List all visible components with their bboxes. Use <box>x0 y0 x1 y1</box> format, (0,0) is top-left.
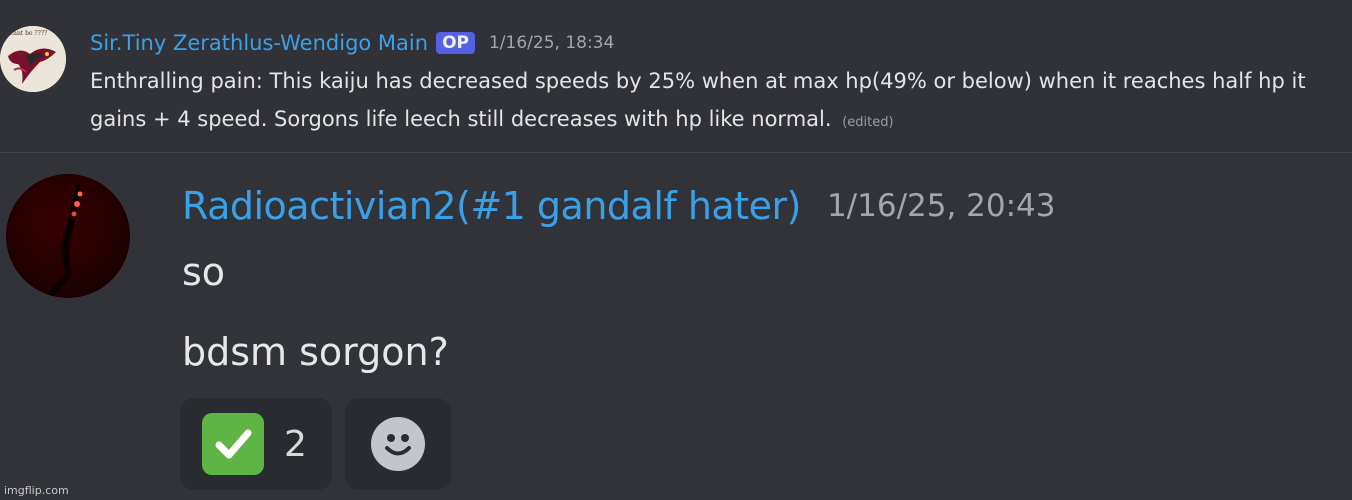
avatar-drawing-icon <box>44 184 83 298</box>
message-line: so <box>182 250 226 294</box>
message-header: Radioactivian2(#1 gandalf hater) 1/16/25… <box>182 180 1056 232</box>
username[interactable]: Radioactivian2(#1 gandalf hater) <box>182 184 801 228</box>
message-divider <box>0 152 1352 153</box>
message-text: Enthralling pain: This kaiju has decreas… <box>90 69 1306 131</box>
avatar-text: cant be ???? <box>10 30 48 37</box>
reaction-count: 2 <box>284 423 307 465</box>
watermark: imgflip.com <box>4 484 69 497</box>
avatar[interactable] <box>6 174 130 298</box>
op-badge-label: OP <box>442 33 469 53</box>
message-content: Enthralling pain: This kaiju has decreas… <box>90 62 1348 142</box>
reaction-check[interactable]: 2 <box>180 398 332 490</box>
username[interactable]: Sir.Tiny Zerathlus-Wendigo Main <box>90 31 428 55</box>
smiley-icon <box>371 417 425 471</box>
avatar[interactable]: cant be ???? <box>0 26 66 92</box>
message-op: cant be ???? Sir.Tiny Zerathlus-Wendigo … <box>0 0 1352 152</box>
add-reaction-button[interactable] <box>345 398 451 490</box>
check-mark-icon <box>202 413 264 475</box>
message-line: bdsm sorgon? <box>182 330 449 374</box>
edited-label: (edited) <box>842 115 894 130</box>
timestamp[interactable]: 1/16/25, 18:34 <box>489 33 614 53</box>
message-header: Sir.Tiny Zerathlus-Wendigo Main OP 1/16/… <box>90 28 614 58</box>
timestamp[interactable]: 1/16/25, 20:43 <box>827 188 1056 224</box>
op-badge: OP <box>436 32 475 54</box>
